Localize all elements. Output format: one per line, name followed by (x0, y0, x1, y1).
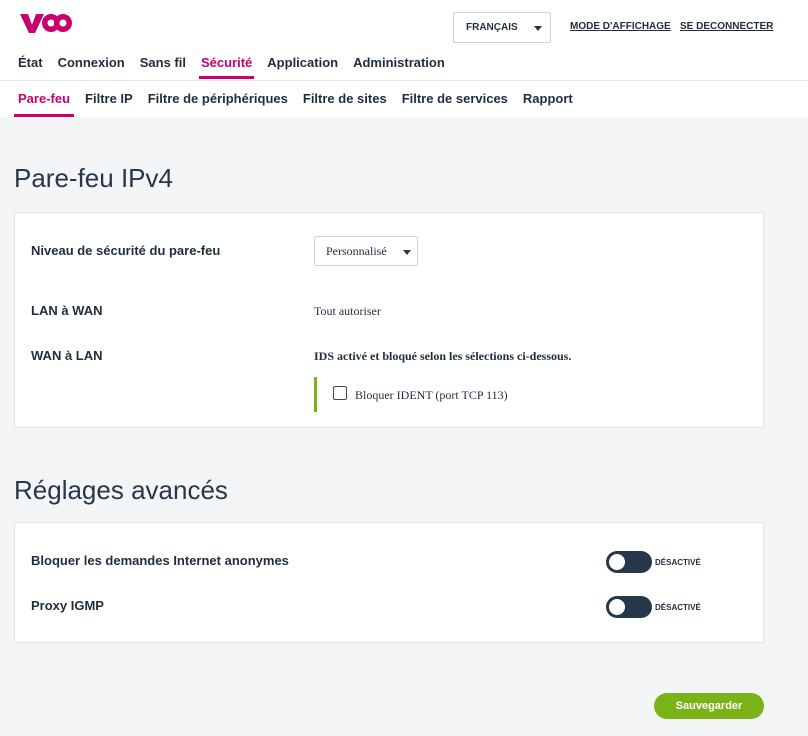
sub-nav-item-filtre-sites[interactable]: Filtre de sites (303, 91, 387, 117)
logout-link[interactable]: SE DECONNECTER (680, 21, 773, 32)
block-anonymous-toggle[interactable] (606, 551, 652, 573)
language-select[interactable]: FRANÇAIS (453, 12, 551, 43)
chevron-down-icon (403, 250, 411, 255)
sub-nav: Pare-feu Filtre IP Filtre de périphériqu… (13, 91, 588, 117)
advanced-panel: Bloquer les demandes Internet anonymes D… (14, 522, 764, 643)
toggle-knob (609, 554, 625, 570)
sub-nav-item-filtre-services[interactable]: Filtre de services (402, 91, 508, 117)
toggle-knob (609, 599, 625, 615)
lan-wan-value: Tout autoriser (314, 304, 381, 318)
sub-nav-item-pare-feu[interactable]: Pare-feu (13, 91, 75, 117)
save-button[interactable]: Sauvegarder (654, 693, 764, 719)
voo-logo[interactable] (18, 10, 72, 36)
block-ident-label[interactable]: Bloquer IDENT (port TCP 113) (355, 388, 508, 403)
block-ident-checkbox[interactable] (333, 386, 347, 400)
igmp-proxy-toggle[interactable] (606, 596, 652, 618)
lan-wan-label: LAN à WAN (31, 303, 103, 318)
sub-nav-item-filtre-peripheriques[interactable]: Filtre de périphériques (148, 91, 288, 117)
wan-lan-label: WAN à LAN (31, 348, 103, 363)
security-level-label: Niveau de sécurité du pare-feu (31, 243, 221, 258)
sub-nav-item-rapport[interactable]: Rapport (523, 91, 573, 117)
block-anonymous-label: Bloquer les demandes Internet anonymes (31, 553, 289, 568)
language-select-value: FRANÇAIS (466, 22, 518, 33)
main-nav-item-etat[interactable]: État (18, 55, 43, 80)
firewall-title: Pare-feu IPv4 (14, 163, 173, 193)
top-header: FRANÇAIS MODE D'AFFICHAGE SE DECONNECTER… (0, 0, 808, 117)
main-nav-item-administration[interactable]: Administration (353, 55, 445, 80)
main-nav-item-securite[interactable]: Sécurité (198, 55, 255, 80)
firewall-panel: Niveau de sécurité du pare-feu Personnal… (14, 212, 764, 428)
main-nav: État Connexion Sans fil Sécurité Applica… (18, 55, 460, 80)
chevron-down-icon (534, 26, 542, 31)
main-nav-item-connexion[interactable]: Connexion (58, 55, 125, 80)
igmp-proxy-state: DÉSACTIVÉ (655, 603, 701, 612)
display-mode-link[interactable]: MODE D'AFFICHAGE (570, 21, 671, 32)
security-level-value: Personnalisé (326, 244, 387, 258)
ident-option-marker (314, 377, 317, 412)
advanced-title: Réglages avancés (14, 475, 228, 505)
main-nav-item-application[interactable]: Application (267, 55, 338, 80)
igmp-proxy-label: Proxy IGMP (31, 598, 104, 613)
main-nav-item-sans-fil[interactable]: Sans fil (140, 55, 186, 80)
block-anonymous-state: DÉSACTIVÉ (655, 558, 701, 567)
nav-divider (0, 80, 808, 81)
security-level-select[interactable]: Personnalisé (314, 236, 418, 266)
sub-nav-item-filtre-ip[interactable]: Filtre IP (85, 91, 133, 117)
wan-lan-value: IDS activé et bloqué selon les sélection… (314, 349, 572, 363)
